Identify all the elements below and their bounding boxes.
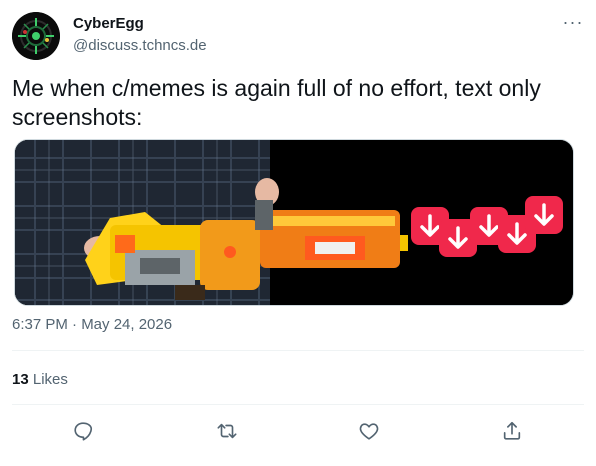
likes-stat[interactable]: 13 Likes [12, 371, 68, 388]
author-handle[interactable]: @discuss.tchncs.de [73, 37, 207, 54]
tweet-timestamp[interactable]: 6:37 PM · May 24, 2026 [12, 316, 172, 333]
reply-icon [74, 422, 93, 441]
reply-button[interactable] [66, 414, 100, 448]
tweet-text: Me when c/memes is again full of no effo… [12, 75, 541, 130]
author-display-name[interactable]: CyberEgg [73, 15, 144, 32]
retweet-button[interactable] [210, 414, 244, 448]
share-button[interactable] [495, 414, 529, 448]
heart-icon [359, 423, 379, 440]
likes-label: Likes [32, 371, 68, 388]
divider [12, 350, 584, 351]
share-icon [503, 421, 521, 440]
downvote-arrow-icon [525, 196, 563, 234]
retweet-icon [217, 423, 237, 439]
avatar[interactable] [12, 12, 60, 60]
meme-image [15, 140, 573, 305]
likes-count: 13 [12, 371, 29, 388]
like-button[interactable] [352, 414, 386, 448]
tweet-media-image[interactable] [14, 139, 574, 306]
avatar-emblem-icon [12, 12, 60, 60]
divider [12, 404, 584, 405]
more-icon: ··· [562, 11, 584, 32]
more-options-button[interactable]: ··· [560, 12, 586, 32]
tweet-card: CyberEgg @discuss.tchncs.de ··· Me when … [0, 0, 596, 466]
